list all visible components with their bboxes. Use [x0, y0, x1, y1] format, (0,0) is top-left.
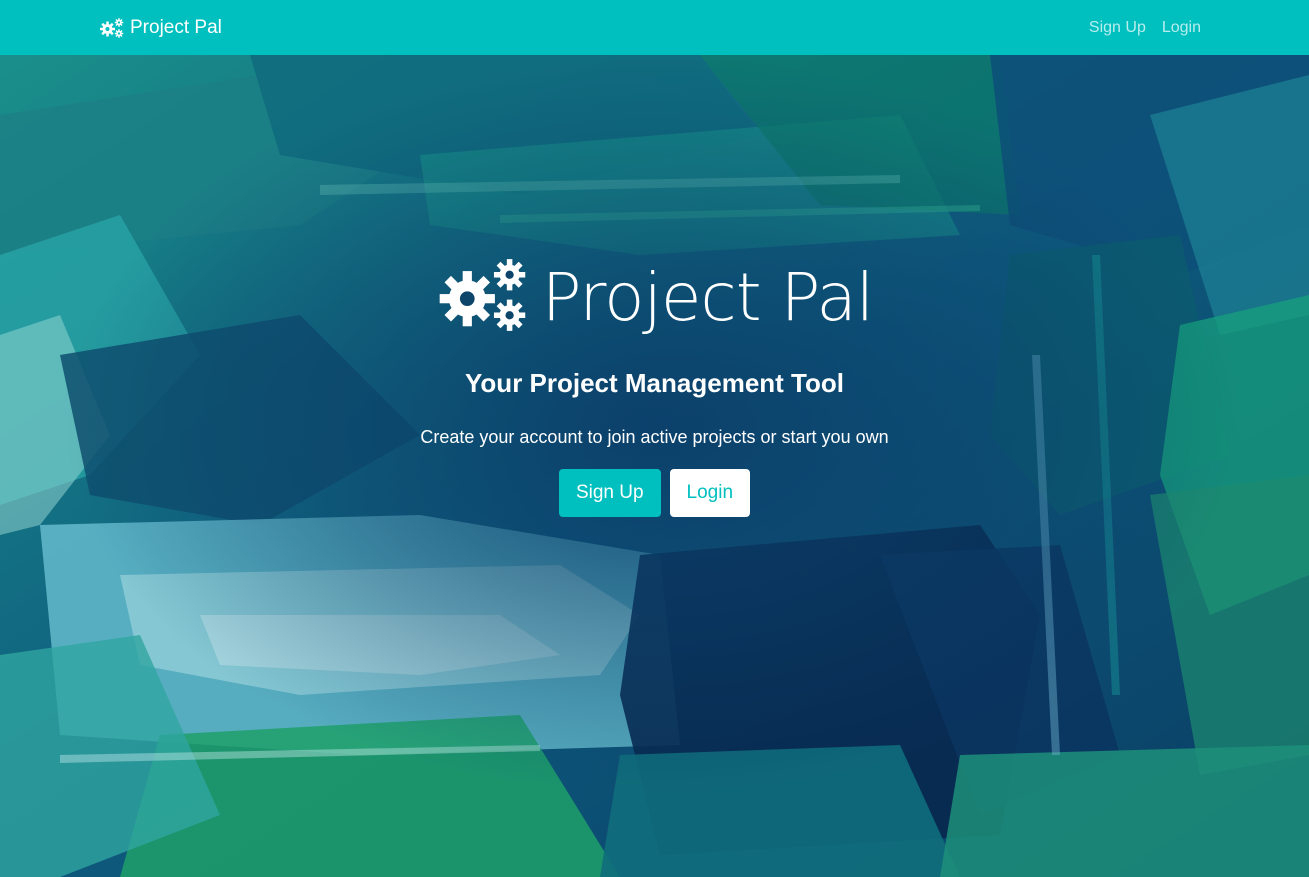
hero-title-text: Project Pal: [541, 258, 874, 336]
cogs-icon: [99, 17, 124, 38]
nav-signup-link[interactable]: Sign Up: [1089, 19, 1146, 37]
nav-login-link[interactable]: Login: [1162, 19, 1201, 37]
nav-links: Sign Up Login: [1089, 0, 1201, 55]
brand-link[interactable]: Project Pal: [99, 0, 222, 55]
navbar: Project Pal Sign Up Login: [0, 0, 1309, 55]
cogs-icon: [436, 258, 528, 337]
hero-subtext: Create your account to join active proje…: [420, 427, 889, 447]
hero-buttons: Sign Up Login: [0, 469, 1309, 517]
background-painting: [0, 55, 1309, 877]
hero-tagline: Your Project Management Tool: [465, 368, 844, 398]
brand-label: Project Pal: [130, 16, 222, 38]
hero-title: Project Pal: [0, 258, 1309, 337]
signup-button[interactable]: Sign Up: [558, 469, 661, 517]
hero-section: Project Pal Your Project Management Tool…: [0, 55, 1309, 877]
page: Project Pal Sign Up Login Project Pal Yo…: [0, 0, 1309, 877]
login-button[interactable]: Login: [669, 469, 751, 517]
